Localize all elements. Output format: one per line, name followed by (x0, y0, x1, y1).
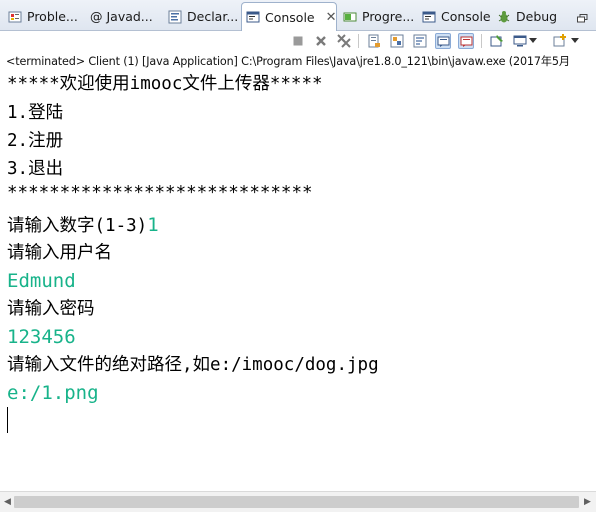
scroll-left-icon[interactable]: ◀ (4, 497, 11, 507)
tab-console[interactable]: Console (418, 3, 492, 30)
open-console-icon[interactable] (552, 33, 568, 49)
scroll-lock-icon[interactable] (389, 33, 405, 49)
view-tab-bar: Proble... @ Javad... Declar... Console ✕… (0, 0, 596, 31)
console-line: 2.注册 (7, 131, 64, 151)
console-user-input: 1 (147, 214, 159, 236)
console-line: ***************************** (7, 183, 313, 203)
remove-all-terminated-icon[interactable] (336, 33, 352, 49)
console-line: 请输入密码 (7, 299, 95, 319)
console-line: 1.登陆 (7, 103, 64, 123)
restore-icon[interactable] (577, 8, 588, 23)
console-icon (246, 10, 260, 24)
console-icon (422, 10, 436, 24)
display-console-icon[interactable] (512, 33, 528, 49)
console-prompt: 请输入数字(1-3) (7, 216, 148, 236)
show-console-stderr-icon[interactable] (458, 33, 474, 49)
process-status-label: <terminated> Client (1) [Java Applicatio… (6, 55, 570, 68)
tab-label: @ Javad... (90, 9, 153, 24)
scroll-right-icon[interactable]: ▶ (584, 497, 591, 507)
console-line: 请输入用户名 (7, 243, 112, 263)
console-toolbar (0, 31, 596, 51)
tab-label: Console (265, 9, 315, 25)
tab-javadoc[interactable]: @ Javad... (86, 3, 162, 30)
console-user-input: e:/1.png (7, 382, 99, 404)
scrollbar-thumb[interactable] (14, 496, 579, 508)
console-line: *****欢迎使用imooc文件上传器***** (7, 74, 323, 94)
word-wrap-icon[interactable] (412, 33, 428, 49)
console-line: 请输入数字(1-3)1 (7, 212, 159, 239)
tab-label: Declar... (187, 9, 239, 24)
tab-label: Progre... (362, 9, 415, 24)
horizontal-scrollbar[interactable]: ◀ ▶ (0, 491, 596, 512)
tab-label: Proble... (27, 9, 78, 24)
text-caret (7, 407, 8, 433)
chevron-down-icon[interactable] (528, 33, 538, 49)
tab-label: Console (441, 9, 491, 24)
toolbar-separator (481, 34, 482, 48)
tab-console-active[interactable]: Console ✕ (241, 2, 337, 31)
console-line: 请输入文件的绝对路径,如e:/imooc/dog.jpg (7, 355, 379, 375)
remove-launch-icon[interactable] (313, 33, 329, 49)
console-line: 3.退出 (7, 159, 64, 179)
clear-console-icon[interactable] (366, 33, 382, 49)
tab-progress[interactable]: Progre... (339, 3, 417, 30)
console-user-input: Edmund (7, 270, 76, 292)
toolbar-separator (358, 34, 359, 48)
progress-icon (343, 10, 357, 24)
tab-debug[interactable]: Debug (493, 3, 559, 30)
chevron-down-icon[interactable] (570, 33, 580, 49)
close-icon[interactable]: ✕ (326, 10, 336, 25)
tab-label: Debug (516, 9, 558, 24)
show-console-stdout-icon[interactable] (435, 33, 451, 49)
tab-problems[interactable]: Proble... (4, 3, 82, 30)
problems-icon (8, 10, 22, 24)
pin-console-icon[interactable] (489, 33, 505, 49)
console-output-area[interactable]: *****欢迎使用imooc文件上传器***** 1.登陆 2.注册 3.退出 … (0, 70, 596, 490)
terminate-icon[interactable] (290, 33, 306, 49)
debug-icon (497, 10, 511, 24)
tab-declaration[interactable]: Declar... (164, 3, 240, 30)
console-user-input: 123456 (7, 326, 76, 348)
declaration-icon (168, 10, 182, 24)
